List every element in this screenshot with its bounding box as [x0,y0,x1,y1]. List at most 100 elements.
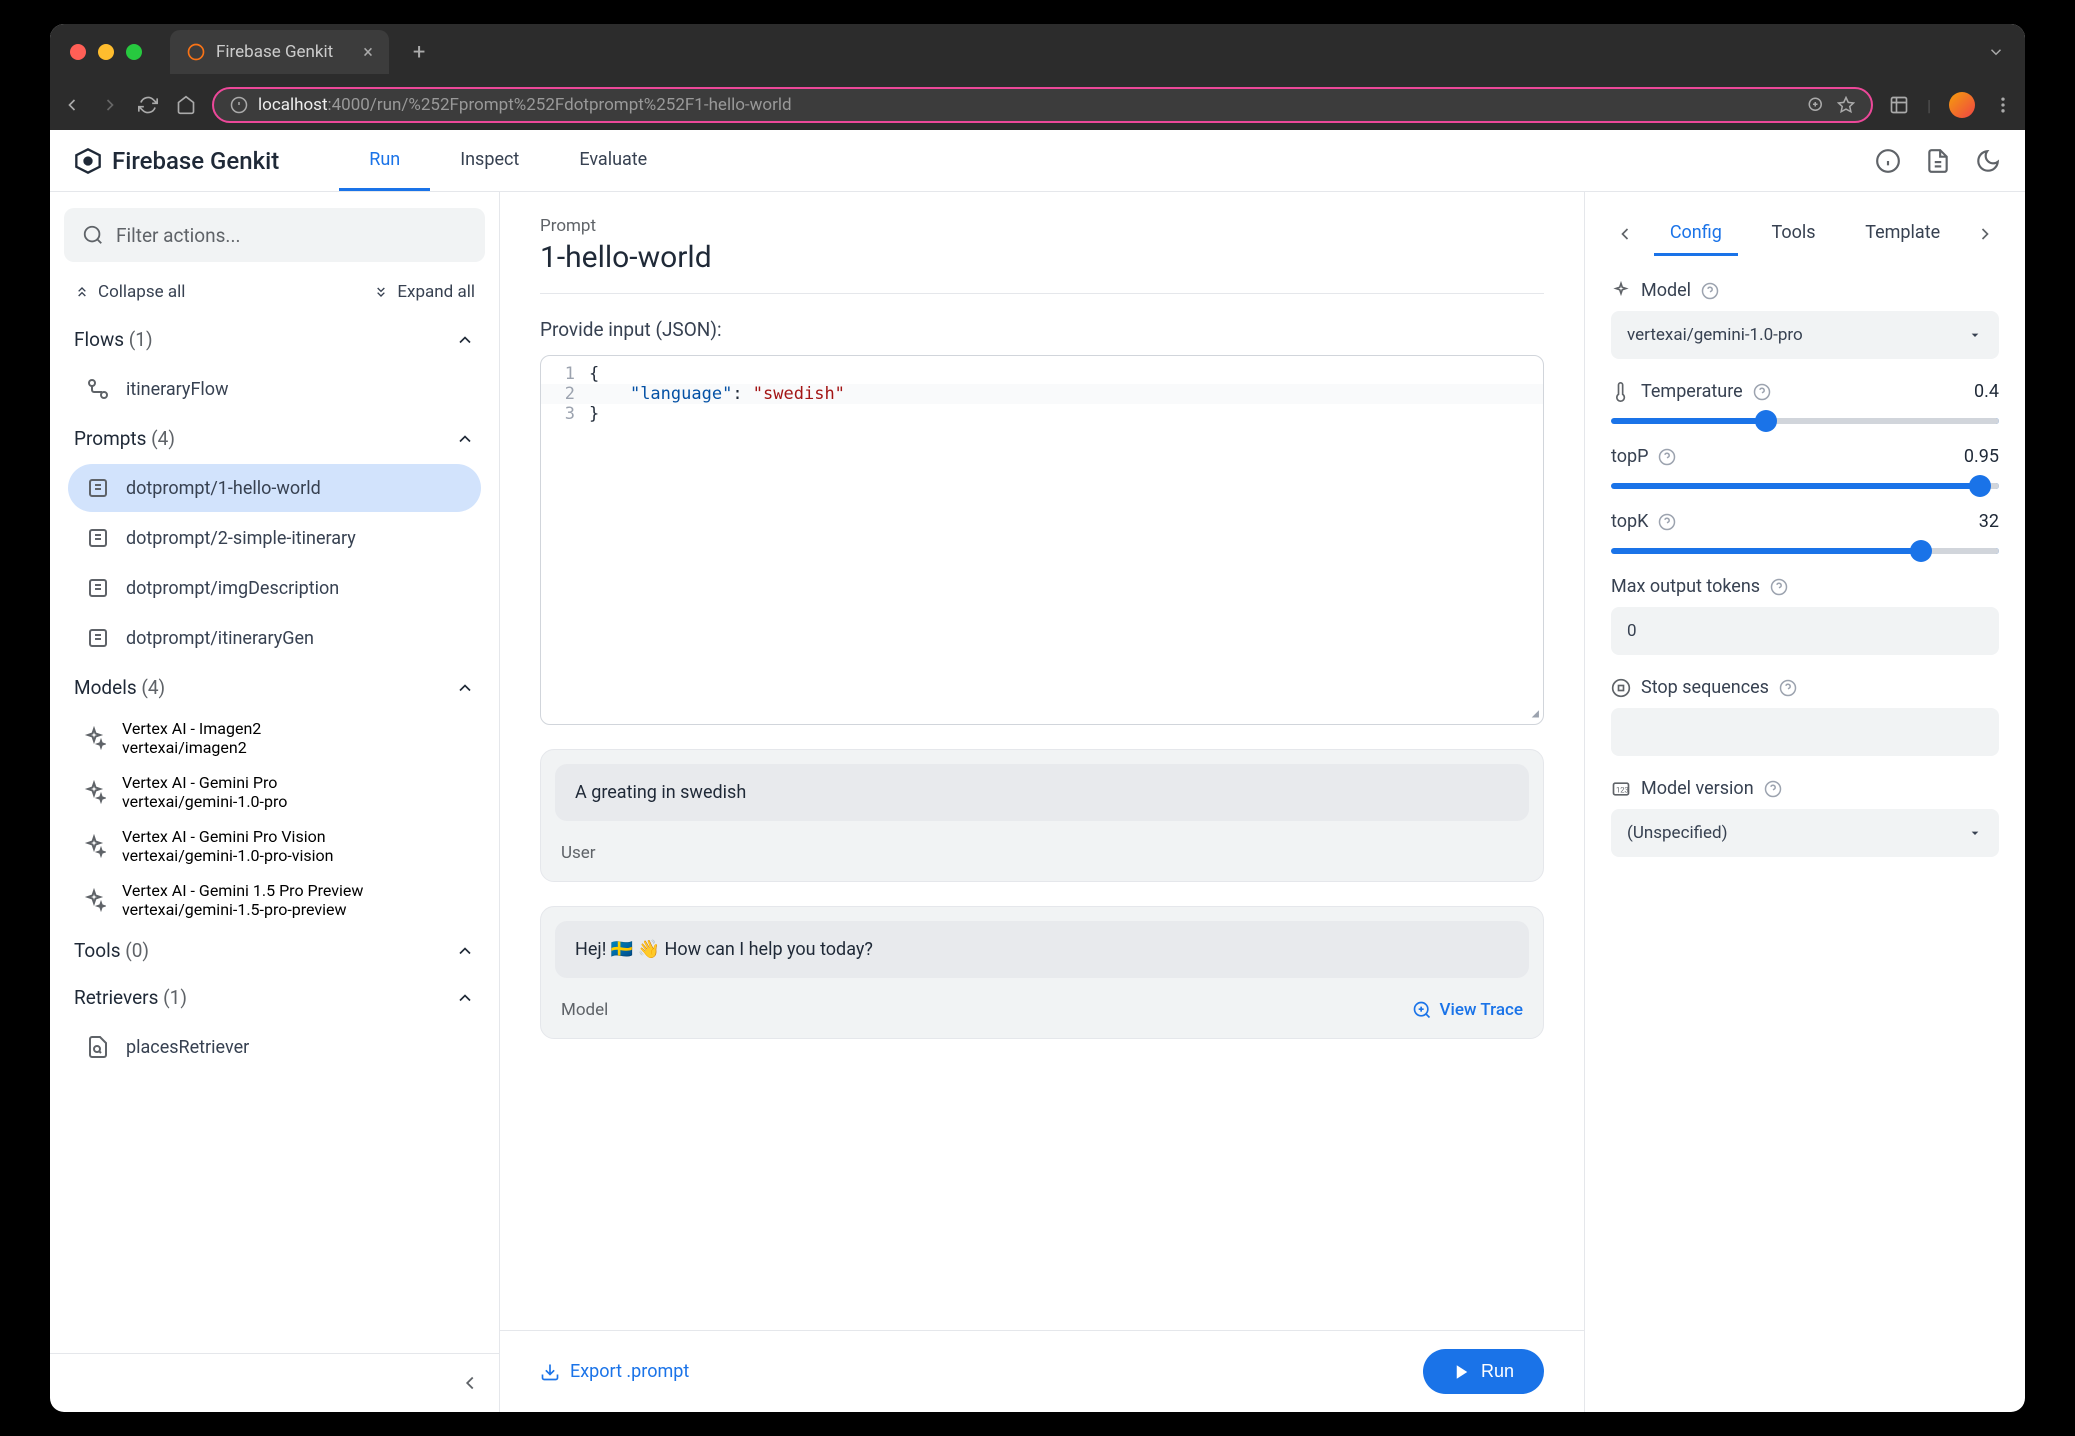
help-icon[interactable] [1770,578,1788,596]
browser-titlebar: Firebase Genkit × + [50,24,2025,80]
topk-slider[interactable] [1611,548,1999,554]
app-logo: Firebase Genkit [74,147,279,175]
tab-close-icon[interactable]: × [363,42,373,63]
sidebar: Filter actions... Collapse all Expand al… [50,192,500,1412]
prompt-icon [86,626,110,650]
sidebar-item-model[interactable]: Vertex AI - Imagen2vertexai/imagen2 [64,711,485,765]
model-message-text: Hej! 🇸🇪 👋 How can I help you today? [555,921,1529,978]
user-message-text: A greating in swedish [555,764,1529,821]
sidebar-item-retriever[interactable]: placesRetriever [68,1023,481,1071]
sparkle-icon [82,780,106,804]
new-tab-icon[interactable]: + [413,40,425,65]
bookmark-icon[interactable] [1837,96,1855,114]
browser-urlbar: localhost:4000/run/%252Fprompt%252Fdotpr… [50,80,2025,130]
expand-icon [373,284,389,300]
help-icon[interactable] [1753,383,1771,401]
resize-handle-icon[interactable]: ◢ [1532,706,1539,720]
chevron-up-icon [455,330,475,350]
extensions-icon[interactable] [1889,95,1909,115]
window-minimize[interactable] [98,44,114,60]
menu-icon[interactable] [1993,95,2013,115]
profile-avatar[interactable] [1949,92,1975,118]
export-button[interactable]: Export .prompt [540,1361,689,1382]
window-close[interactable] [70,44,86,60]
dropdown-icon [1967,825,1983,841]
window-maximize[interactable] [126,44,142,60]
dropdown-icon [1967,327,1983,343]
temperature-slider[interactable] [1611,418,1999,424]
view-trace-link[interactable]: View Trace [1412,1000,1523,1020]
sparkle-icon [82,834,106,858]
sidebar-item-model[interactable]: Vertex AI - Gemini Pro Visionvertexai/ge… [64,819,485,873]
site-info-icon[interactable] [230,96,248,114]
zoom-icon[interactable] [1807,96,1825,114]
nav-tab-run[interactable]: Run [339,130,430,191]
sparkle-icon [1611,281,1631,301]
reload-icon[interactable] [138,95,158,115]
input-label: Provide input (JSON): [540,318,1544,341]
prompt-label: Prompt [540,216,1544,236]
chevron-up-icon [455,988,475,1008]
user-message-card: A greating in swedish User [540,749,1544,882]
help-icon[interactable] [1764,780,1782,798]
rtab-config[interactable]: Config [1654,212,1738,256]
app-header: Firebase Genkit Run Inspect Evaluate [50,130,2025,192]
home-icon[interactable] [176,95,196,115]
rtab-template[interactable]: Template [1849,212,1956,256]
play-icon [1453,1363,1471,1381]
json-input-editor[interactable]: 1{ 2 "language": "swedish" 3} ◢ [540,355,1544,725]
stop-sequences-input[interactable] [1611,708,1999,756]
sidebar-item-model[interactable]: Vertex AI - Gemini Provertexai/gemini-1.… [64,765,485,819]
model-select[interactable]: vertexai/gemini-1.0-pro [1611,311,1999,359]
expand-all-button[interactable]: Expand all [373,282,475,302]
sidebar-item-prompt[interactable]: dotprompt/itineraryGen [68,614,481,662]
section-flows[interactable]: Flows (1) [64,316,485,363]
sidebar-item-flow[interactable]: itineraryFlow [68,365,481,413]
topp-value: 0.95 [1964,446,1999,467]
section-prompts[interactable]: Prompts (4) [64,415,485,462]
download-icon [540,1362,560,1382]
rtab-tools[interactable]: Tools [1756,212,1832,256]
prompt-icon [86,526,110,550]
docs-icon[interactable] [1925,148,1951,174]
sidebar-item-prompt[interactable]: dotprompt/2-simple-itinerary [68,514,481,562]
sparkle-icon [82,726,106,750]
info-icon[interactable] [1875,148,1901,174]
help-icon[interactable] [1658,513,1676,531]
topk-value: 32 [1979,511,1999,532]
sidebar-item-prompt[interactable]: dotprompt/1-hello-world [68,464,481,512]
browser-tab[interactable]: Firebase Genkit × [170,30,389,74]
run-button[interactable]: Run [1423,1349,1544,1394]
genkit-logo-icon [74,147,102,175]
help-icon[interactable] [1779,679,1797,697]
config-next-icon[interactable] [1971,220,1999,248]
chevron-down-icon[interactable] [1987,43,2005,61]
search-input[interactable]: Filter actions... [64,208,485,262]
max-tokens-input[interactable]: 0 [1611,607,1999,655]
chevron-up-icon [455,941,475,961]
model-message-card: Hej! 🇸🇪 👋 How can I help you today? Mode… [540,906,1544,1039]
topp-slider[interactable] [1611,483,1999,489]
forward-icon[interactable] [100,95,120,115]
message-role: User [561,843,596,863]
back-icon[interactable] [62,95,82,115]
trace-icon [1412,1000,1432,1020]
collapse-sidebar-icon[interactable] [459,1372,481,1394]
nav-tab-evaluate[interactable]: Evaluate [549,130,677,191]
temperature-value: 0.4 [1974,381,1999,402]
nav-tab-inspect[interactable]: Inspect [430,130,549,191]
dark-mode-icon[interactable] [1975,148,2001,174]
section-tools[interactable]: Tools (0) [64,927,485,974]
config-prev-icon[interactable] [1611,220,1639,248]
section-retrievers[interactable]: Retrievers (1) [64,974,485,1021]
url-input[interactable]: localhost:4000/run/%252Fprompt%252Fdotpr… [212,87,1873,123]
sidebar-item-model[interactable]: Vertex AI - Gemini 1.5 Pro Previewvertex… [64,873,485,927]
collapse-all-button[interactable]: Collapse all [74,282,185,302]
section-models[interactable]: Models (4) [64,664,485,711]
model-version-select[interactable]: (Unspecified) [1611,809,1999,857]
stop-icon [1611,678,1631,698]
sidebar-item-prompt[interactable]: dotprompt/imgDescription [68,564,481,612]
help-icon[interactable] [1658,448,1676,466]
svg-text:123: 123 [1616,785,1629,794]
help-icon[interactable] [1701,282,1719,300]
